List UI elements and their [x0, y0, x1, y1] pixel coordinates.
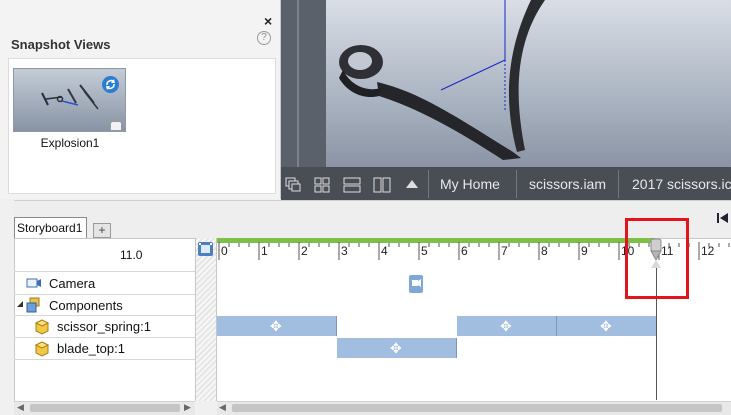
- tab-storyboard1[interactable]: Storyboard1: [14, 217, 87, 238]
- tab-2017-scissors[interactable]: 2017 scissors.ic: [632, 176, 731, 192]
- tab-separator: [428, 170, 429, 198]
- window-cascade-icon[interactable]: [285, 177, 301, 192]
- row-label-camera[interactable]: Camera: [49, 276, 95, 291]
- highlight-annotation: [625, 218, 689, 299]
- ruler-tick-label: 0: [221, 244, 228, 258]
- ruler-played-range: [217, 238, 655, 243]
- action-bar[interactable]: ✥: [457, 316, 557, 336]
- scroll-right-icon[interactable]: ▶: [184, 402, 191, 413]
- go-to-end-icon[interactable]: [716, 212, 730, 227]
- part-icon: [34, 319, 50, 338]
- snapshot-label[interactable]: Explosion1: [14, 136, 126, 150]
- camera-icon: [26, 277, 42, 292]
- camera-keyframe-marker[interactable]: [408, 274, 424, 297]
- model-viewport[interactable]: [281, 0, 731, 167]
- scissor-spring-model: [339, 0, 545, 160]
- filmstrip-icon[interactable]: [198, 242, 213, 256]
- ruler-tick-label: 6: [461, 244, 468, 258]
- ruler-tick-label: 3: [341, 244, 348, 258]
- scroll-left-icon[interactable]: ◀: [219, 402, 226, 413]
- window-vertical-icon[interactable]: [373, 177, 391, 193]
- move-icon: ✥: [500, 318, 512, 334]
- tab-separator: [516, 170, 517, 198]
- expand-triangle-icon[interactable]: [16, 300, 24, 310]
- expand-up-icon[interactable]: [405, 177, 420, 191]
- tab-scissors-iam[interactable]: scissors.iam: [529, 176, 606, 192]
- current-time-readout: 11.0: [120, 248, 143, 262]
- ruler-tick-label: 2: [301, 244, 308, 258]
- panel-gutter: [0, 200, 14, 415]
- ruler-tick-label: 8: [541, 244, 548, 258]
- window-horizontal-icon[interactable]: [343, 177, 361, 193]
- row-label-components[interactable]: Components: [49, 298, 123, 313]
- add-storyboard-button[interactable]: +: [93, 223, 111, 238]
- row-label-blade-top[interactable]: blade_top:1: [57, 341, 125, 356]
- ruler-tick-label: 9: [581, 244, 588, 258]
- row-label-scissor-spring[interactable]: scissor_spring:1: [57, 319, 151, 334]
- tree-timeline-splitter[interactable]: [195, 238, 217, 401]
- timeline-scroll-thumb[interactable]: [232, 404, 722, 412]
- action-bar[interactable]: ✥: [217, 316, 337, 336]
- move-icon: ✥: [600, 318, 612, 334]
- tree-scroll-thumb[interactable]: [30, 404, 180, 412]
- tab-my-home[interactable]: My Home: [440, 176, 500, 192]
- ruler-tick-label: 12: [701, 244, 715, 258]
- scroll-left-icon[interactable]: ◀: [17, 402, 24, 413]
- ruler-tick-label: 5: [421, 244, 428, 258]
- ruler-tick-label: 4: [381, 244, 388, 258]
- part-icon: [34, 341, 50, 360]
- ruler-tick-label: 7: [501, 244, 508, 258]
- viewport-edge: [281, 0, 326, 167]
- snapshot-tab-icon: [110, 121, 122, 131]
- move-icon: ✥: [390, 340, 402, 356]
- ruler-tick-label: 1: [261, 244, 268, 258]
- refresh-icon[interactable]: [102, 76, 119, 93]
- help-icon[interactable]: ?: [257, 31, 271, 45]
- close-icon[interactable]: ×: [264, 14, 272, 28]
- components-icon: [26, 297, 42, 316]
- document-tab-bar: My Home scissors.iam 2017 scissors.ic: [281, 167, 731, 200]
- action-bar[interactable]: ✥: [337, 338, 457, 358]
- tab-separator: [618, 170, 619, 198]
- viewport-divider: [297, 0, 299, 167]
- panel-title: Snapshot Views: [11, 37, 111, 52]
- window-tile-icon[interactable]: [314, 177, 330, 193]
- action-bar[interactable]: ✥: [557, 316, 657, 336]
- move-icon: ✥: [270, 318, 282, 334]
